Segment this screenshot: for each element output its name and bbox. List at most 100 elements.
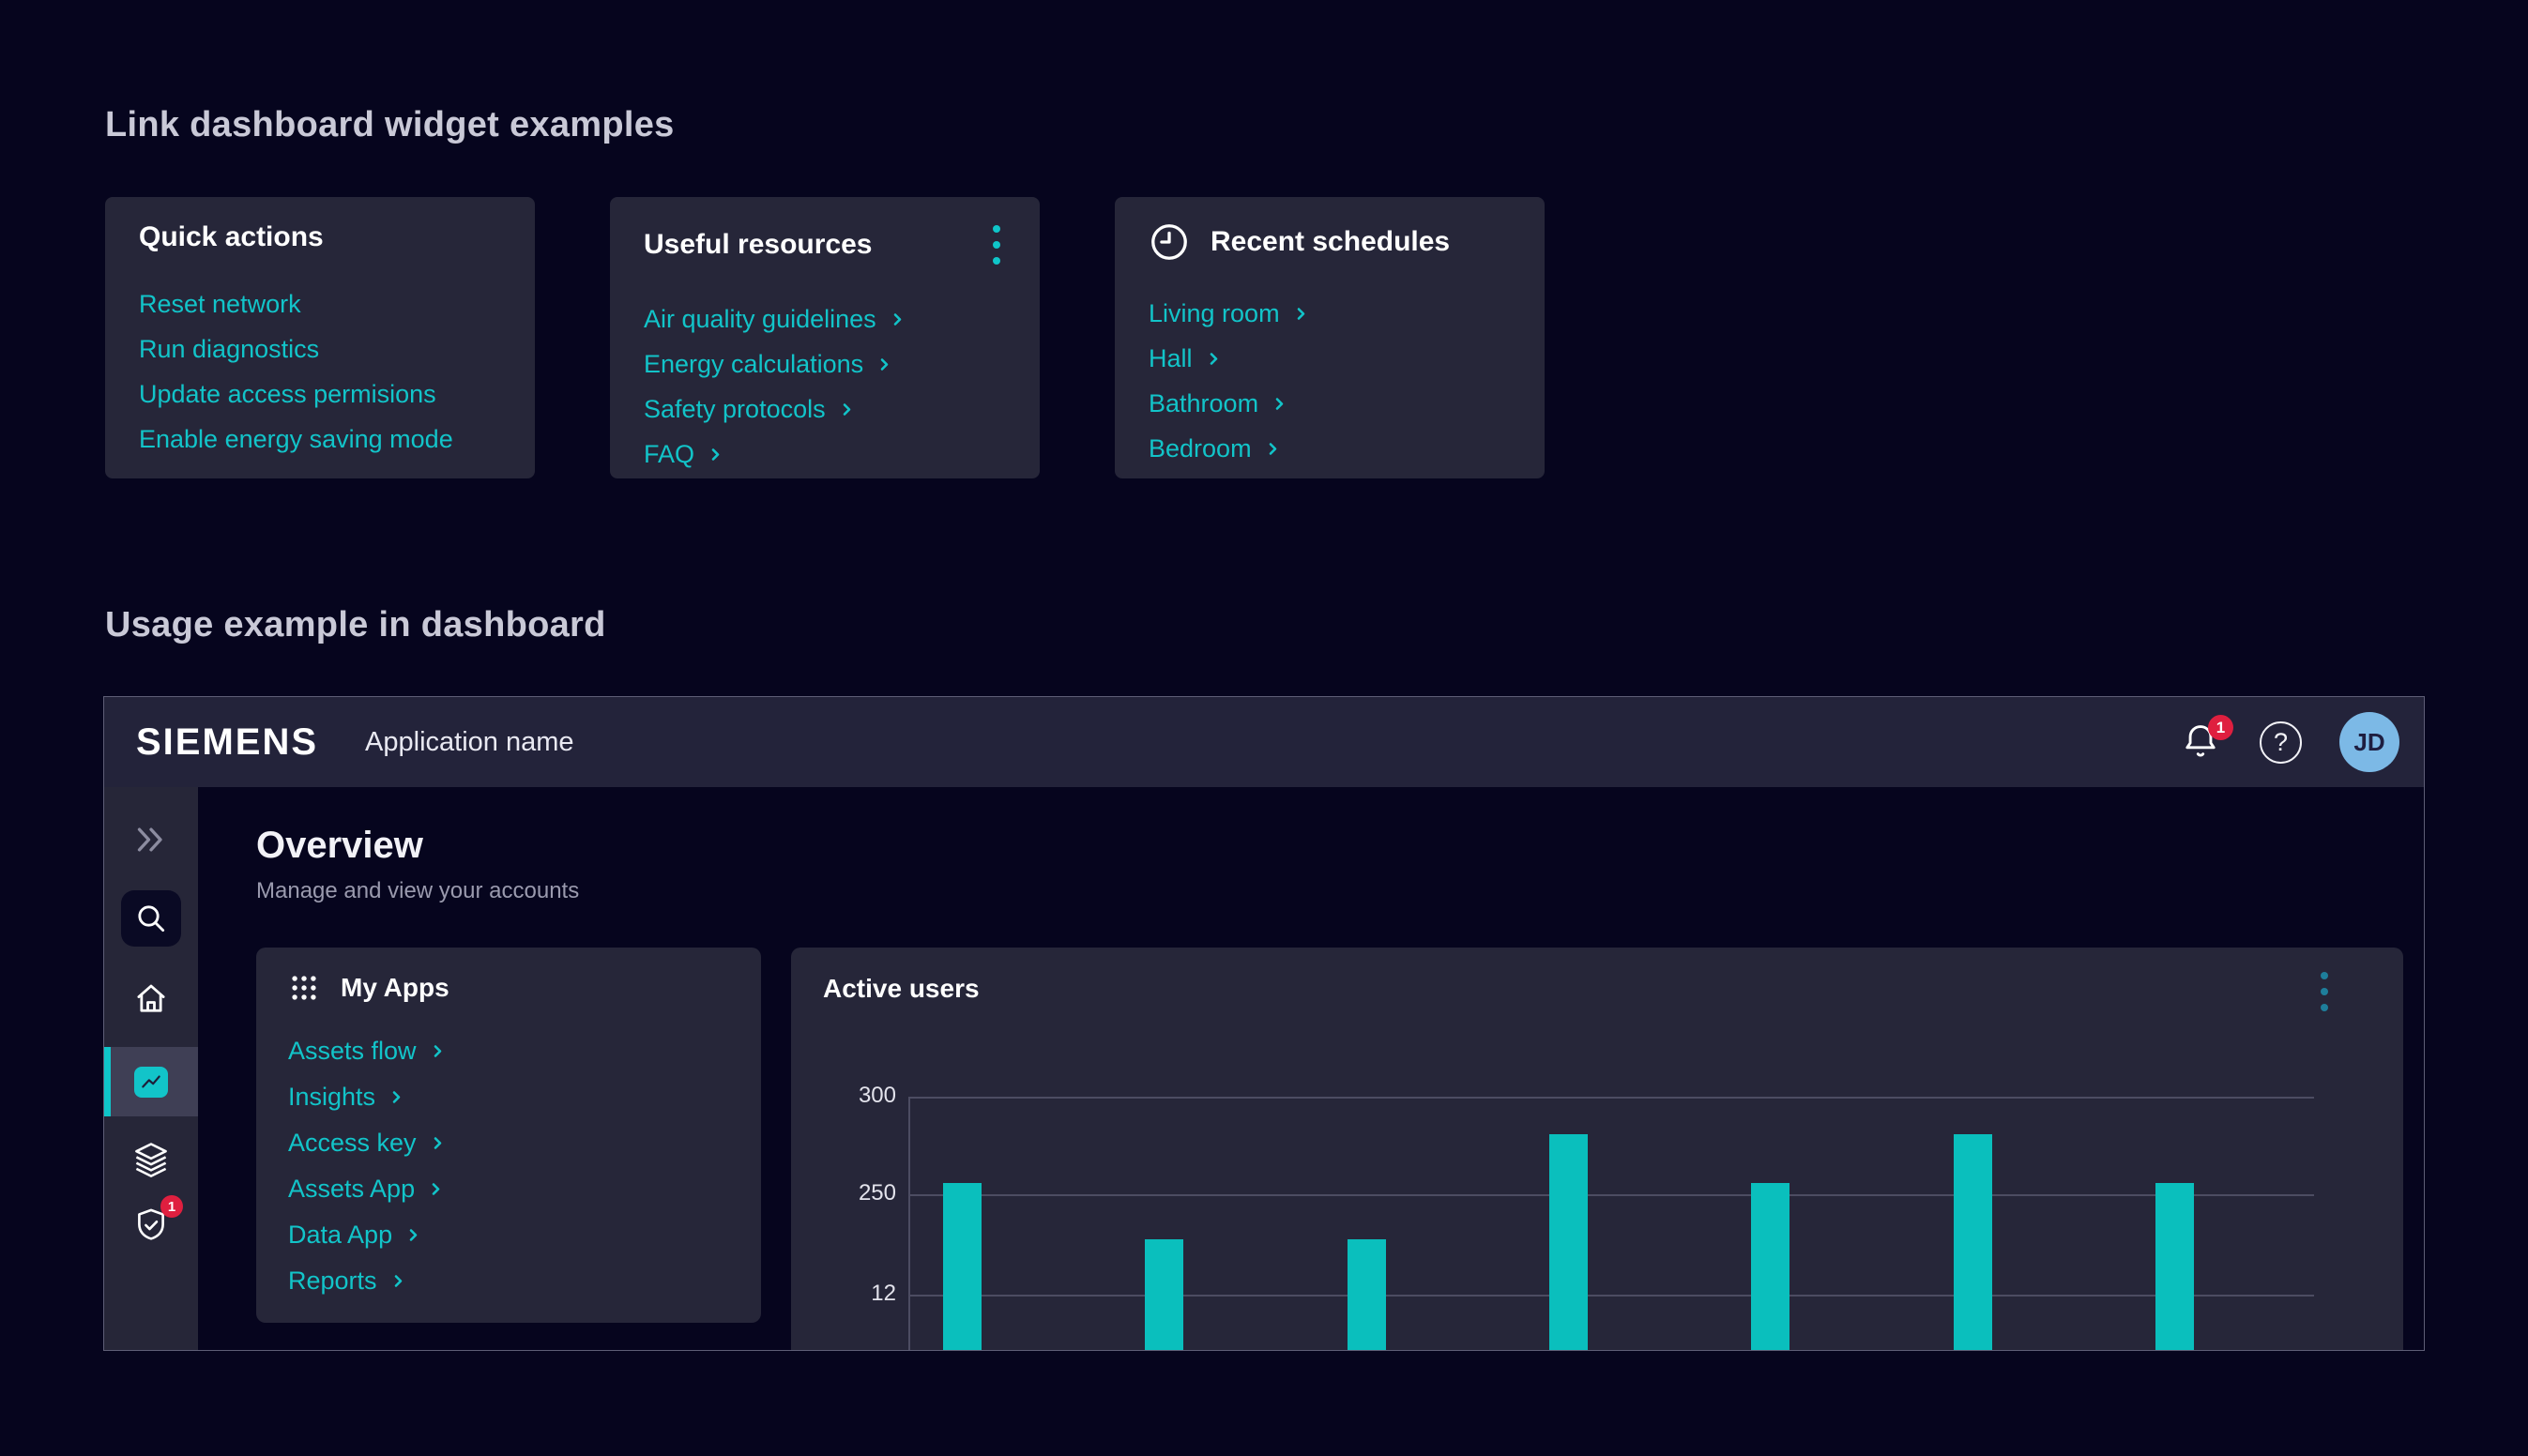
my-apps-card: My Apps Assets flow Insights Access key — [256, 948, 761, 1323]
app-header: SIEMENS Application name 1 ? JD — [104, 697, 2424, 787]
widgets-section-title: Link dashboard widget examples — [105, 105, 675, 145]
gridline — [908, 1194, 2314, 1196]
link-label: Air quality guidelines — [644, 305, 876, 334]
link-label: Assets App — [288, 1175, 415, 1204]
chevron-right-icon — [891, 312, 905, 326]
link-label: Safety protocols — [644, 395, 826, 424]
link-data-app[interactable]: Data App — [288, 1221, 420, 1250]
link-faq[interactable]: FAQ — [644, 440, 723, 469]
widget-examples-row: Quick actions Reset network Run diagnost… — [105, 197, 1545, 478]
notification-badge: 1 — [2208, 715, 2233, 740]
link-enable-energy-saving[interactable]: Enable energy saving mode — [139, 425, 453, 454]
chart-bar — [2155, 1183, 2194, 1351]
grid-dots-icon — [288, 972, 320, 1004]
link-label: Energy calculations — [644, 350, 863, 379]
chevron-right-icon — [389, 1090, 404, 1104]
link-label: Hall — [1149, 344, 1193, 373]
link-label: Bedroom — [1149, 434, 1252, 463]
card-title: Recent schedules — [1211, 226, 1450, 258]
card-title: Useful resources — [644, 229, 872, 261]
link-assets-app[interactable]: Assets App — [288, 1175, 443, 1204]
chevron-right-icon — [708, 447, 723, 462]
useful-resources-links: Air quality guidelines Energy calculatio… — [644, 296, 1006, 477]
link-access-key[interactable]: Access key — [288, 1129, 445, 1158]
sidebar-security-button[interactable]: 1 — [129, 1203, 174, 1248]
double-chevron-right-icon — [132, 824, 170, 856]
question-circle-icon: ? — [2260, 721, 2302, 764]
link-bedroom[interactable]: Bedroom — [1149, 434, 1280, 463]
chevron-right-icon — [1207, 352, 1221, 366]
trend-chart-icon — [134, 1067, 168, 1098]
chart-bar — [1145, 1239, 1183, 1351]
quick-actions-links: Reset network Run diagnostics Update acc… — [139, 281, 501, 462]
quick-actions-card: Quick actions Reset network Run diagnost… — [105, 197, 535, 478]
chevron-right-icon — [391, 1274, 405, 1288]
dashboard-main: Overview Manage and view your accounts — [198, 787, 2424, 1351]
link-energy-calculations[interactable]: Energy calculations — [644, 350, 891, 379]
link-run-diagnostics[interactable]: Run diagnostics — [139, 335, 319, 364]
active-indicator — [104, 1047, 111, 1116]
layers-icon — [130, 1139, 172, 1180]
link-label: Reports — [288, 1266, 377, 1296]
security-badge: 1 — [160, 1195, 183, 1218]
application-name: Application name — [365, 727, 573, 758]
link-label: Data App — [288, 1221, 392, 1250]
search-icon — [132, 900, 170, 937]
home-icon — [131, 979, 171, 1019]
link-bathroom[interactable]: Bathroom — [1149, 389, 1287, 418]
sidebar-expand-button[interactable] — [129, 817, 174, 862]
chevron-right-icon — [1294, 307, 1308, 321]
link-living-room[interactable]: Living room — [1149, 299, 1308, 328]
gridline — [908, 1295, 2314, 1297]
link-insights[interactable]: Insights — [288, 1083, 404, 1112]
sidebar-home-button[interactable] — [129, 977, 174, 1022]
sidebar-layers-button[interactable] — [129, 1137, 174, 1182]
page-subtitle: Manage and view your accounts — [256, 878, 2424, 904]
gridline — [908, 1097, 2314, 1099]
chart-bar — [1751, 1183, 1789, 1351]
link-update-access-permissions[interactable]: Update access permisions — [139, 380, 436, 409]
active-users-chart: 30025012 — [791, 948, 2403, 1351]
chevron-right-icon — [840, 402, 854, 417]
my-apps-links: Assets flow Insights Access key Assets A… — [288, 1028, 729, 1304]
sidebar-analytics-item-active[interactable] — [104, 1047, 198, 1116]
chart-bar — [1549, 1134, 1588, 1351]
y-tick-label: 300 — [791, 1083, 896, 1109]
y-axis-line — [908, 1097, 910, 1351]
link-label: Access key — [288, 1129, 417, 1158]
chart-bar — [1348, 1239, 1386, 1351]
chevron-right-icon — [1266, 442, 1280, 456]
link-label: FAQ — [644, 440, 694, 469]
notifications-button[interactable]: 1 — [2179, 720, 2222, 764]
kebab-menu-icon[interactable] — [989, 221, 1004, 268]
link-reset-network[interactable]: Reset network — [139, 290, 301, 319]
chevron-right-icon — [877, 357, 891, 372]
chart-bar — [1954, 1134, 1992, 1351]
link-air-quality-guidelines[interactable]: Air quality guidelines — [644, 305, 905, 334]
link-reports[interactable]: Reports — [288, 1266, 405, 1296]
link-safety-protocols[interactable]: Safety protocols — [644, 395, 854, 424]
user-avatar[interactable]: JD — [2339, 712, 2399, 772]
header-actions: 1 ? JD — [2179, 712, 2399, 772]
chevron-right-icon — [431, 1044, 445, 1058]
sidebar-search-button[interactable] — [121, 890, 181, 947]
dashboard-cards-row: My Apps Assets flow Insights Access key — [256, 948, 2424, 1351]
link-label: Insights — [288, 1083, 375, 1112]
link-label: Living room — [1149, 299, 1280, 328]
chevron-right-icon — [429, 1182, 443, 1196]
y-tick-label: 12 — [791, 1281, 896, 1307]
help-button[interactable]: ? — [2260, 721, 2302, 764]
chart-bar — [943, 1183, 982, 1351]
recent-schedules-links: Living room Hall Bathroom Bedroom — [1149, 291, 1511, 471]
clock-icon — [1149, 221, 1190, 263]
sidebar: 1 — [104, 787, 198, 1351]
usage-section-title: Usage example in dashboard — [105, 605, 606, 645]
link-hall[interactable]: Hall — [1149, 344, 1221, 373]
recent-schedules-card: Recent schedules Living room Hall Bathro… — [1115, 197, 1545, 478]
useful-resources-card: Useful resources Air quality guidelines … — [610, 197, 1040, 478]
link-assets-flow[interactable]: Assets flow — [288, 1037, 445, 1066]
dashboard-body: 1 Overview Manage and view your accounts — [104, 787, 2424, 1351]
card-title: My Apps — [341, 973, 449, 1003]
active-users-card: Active users 30025012 — [791, 948, 2403, 1351]
link-label: Assets flow — [288, 1037, 417, 1066]
